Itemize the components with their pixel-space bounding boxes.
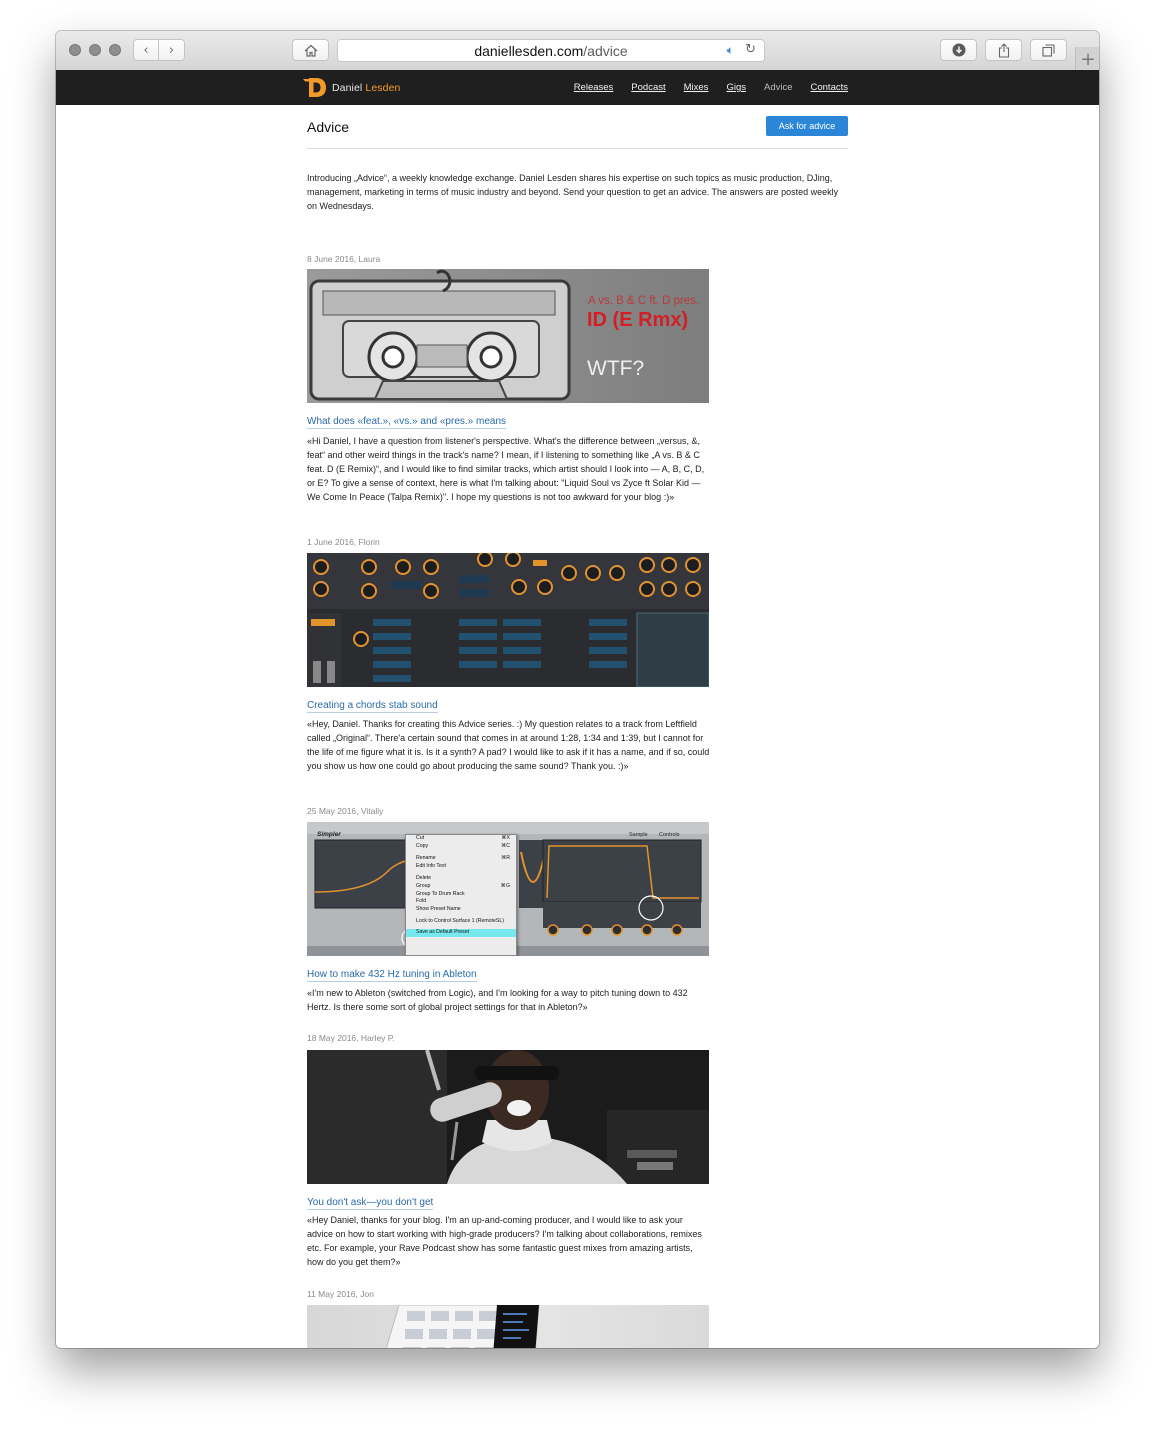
nav-contacts[interactable]: Contacts: [811, 82, 849, 93]
menu-item: Rename ⌘R: [416, 855, 510, 862]
post-image-cassette[interactable]: A vs. B & C ft. D pres. ID (E Rmx) WTF?: [307, 269, 709, 403]
post-title[interactable]: You don't ask—you don't get: [307, 1197, 434, 1210]
reload-icon[interactable]: ↻: [745, 42, 756, 57]
intro-paragraph: Introducing „Advice“, a weekly knowledge…: [307, 173, 839, 211]
forward-button[interactable]: ›: [158, 39, 185, 61]
site-logo[interactable]: Daniel Lesden: [303, 78, 400, 97]
speaker-icon[interactable]: 🔈︎: [727, 43, 734, 58]
post-excerpt: «Hey Daniel, thanks for your blog. I'm a…: [307, 1215, 702, 1267]
image-caption-line1: A vs. B & C ft. D pres.: [588, 295, 700, 307]
nav-gigs[interactable]: Gigs: [726, 82, 746, 93]
logo-first-word: Daniel: [332, 81, 363, 94]
cassette-illustration: [309, 269, 571, 401]
menu-item-highlighted: Save as Default Preset: [406, 928, 516, 937]
url-path: /advice: [583, 42, 628, 59]
post-meta: 1 June 2016, Florin: [307, 537, 380, 547]
chevron-right-icon: ›: [168, 42, 175, 58]
nav-podcast[interactable]: Podcast: [631, 82, 665, 93]
post-title[interactable]: Creating a chords stab sound: [307, 700, 438, 713]
post-image-ableton[interactable]: Simpler Sample Controls Cut ⌘X Copy ⌘C Ren…: [307, 822, 709, 956]
image-device-name: Simpler: [317, 831, 341, 838]
menu-item: Group ⌘G: [416, 882, 510, 889]
post-meta: 8 June 2016, Laura: [307, 254, 381, 264]
menu-item: Edit Info Text: [416, 862, 446, 869]
post-meta: 25 May 2016, Vitaliy: [307, 806, 384, 816]
menu-item: Delete: [416, 875, 431, 882]
menu-item: Group To Drum Rack: [416, 890, 465, 897]
minimize-window-button[interactable]: [89, 44, 101, 56]
post-title[interactable]: How to make 432 Hz tuning in Ableton: [307, 969, 477, 982]
home-button[interactable]: [292, 39, 329, 61]
home-icon: [304, 44, 317, 57]
menu-item: Copy ⌘C: [416, 842, 510, 849]
logo-second-word: Lesden: [365, 81, 401, 94]
image-tab-controls: Controls: [659, 832, 680, 838]
plus-icon: +: [1080, 48, 1096, 70]
download-icon: [952, 43, 965, 57]
divider: [307, 148, 848, 149]
logo-d-icon: [303, 78, 326, 97]
post-meta: 18 May 2016, Harley P.: [307, 1033, 395, 1043]
image-context-menu: Cut ⌘X Copy ⌘C Rename ⌘R Edit Info Text Del…: [405, 834, 517, 956]
tabs-icon: [1042, 43, 1055, 57]
image-caption-line2: ID (E Rmx): [587, 309, 689, 331]
menu-item: Cut ⌘X: [416, 835, 510, 841]
post-image-singer[interactable]: [307, 1050, 709, 1184]
menu-item: Lock to Control Surface 1 (RemoteSL): [416, 918, 504, 925]
post-excerpt: «I'm new to Ableton (switched from Logic…: [307, 988, 688, 1012]
address-bar[interactable]: daniellesden.com/advice 🔈︎ ↻: [337, 39, 765, 62]
zoom-window-button[interactable]: [109, 44, 121, 56]
post-title[interactable]: What does «feat.», «vs.» and «pres.» mea…: [307, 416, 507, 429]
back-button[interactable]: ‹: [133, 39, 159, 61]
ask-for-advice-button[interactable]: Ask for advice: [766, 116, 848, 136]
post-meta: 11 May 2016, Jon: [307, 1289, 374, 1299]
post-image-synth[interactable]: [307, 553, 709, 687]
post-image-tablet[interactable]: [307, 1305, 709, 1348]
nav-mixes[interactable]: Mixes: [684, 82, 709, 93]
synth-panel-illustration: [307, 553, 709, 687]
share-button[interactable]: [985, 39, 1022, 61]
tablet-illustration: [385, 1305, 540, 1348]
post-excerpt: «Hey, Daniel. Thanks for creating this A…: [307, 719, 710, 771]
post-excerpt: «Hi Daniel, I have a question from liste…: [307, 436, 705, 502]
image-caption-line3: WTF?: [587, 357, 645, 380]
page-title: Advice: [307, 119, 350, 135]
image-tab-sample: Sample: [629, 832, 648, 838]
nav-releases[interactable]: Releases: [574, 82, 614, 93]
downloads-button[interactable]: [940, 39, 977, 61]
browser-window: ‹ › daniellesden.com/advice 🔈︎ ↻ + Danie…: [56, 31, 1099, 1348]
nav-advice[interactable]: Advice: [764, 82, 793, 93]
main-navigation: Releases Podcast Mixes Gigs Advice Conta…: [574, 82, 848, 93]
chevron-left-icon: ‹: [143, 42, 149, 58]
site-header: Daniel Lesden Releases Podcast Mixes Gig…: [56, 70, 1099, 105]
url-host: daniellesden.com: [474, 42, 584, 59]
tabs-overview-button[interactable]: [1030, 39, 1067, 61]
share-icon: [998, 42, 1009, 58]
singer-photo-illustration: [307, 1050, 709, 1184]
menu-item: Show Preset Name: [416, 905, 461, 912]
menu-item: Fold: [416, 898, 427, 905]
new-tab-button[interactable]: +: [1075, 47, 1099, 71]
browser-toolbar: ‹ › daniellesden.com/advice 🔈︎ ↻ +: [56, 31, 1099, 71]
close-window-button[interactable]: [69, 44, 81, 56]
